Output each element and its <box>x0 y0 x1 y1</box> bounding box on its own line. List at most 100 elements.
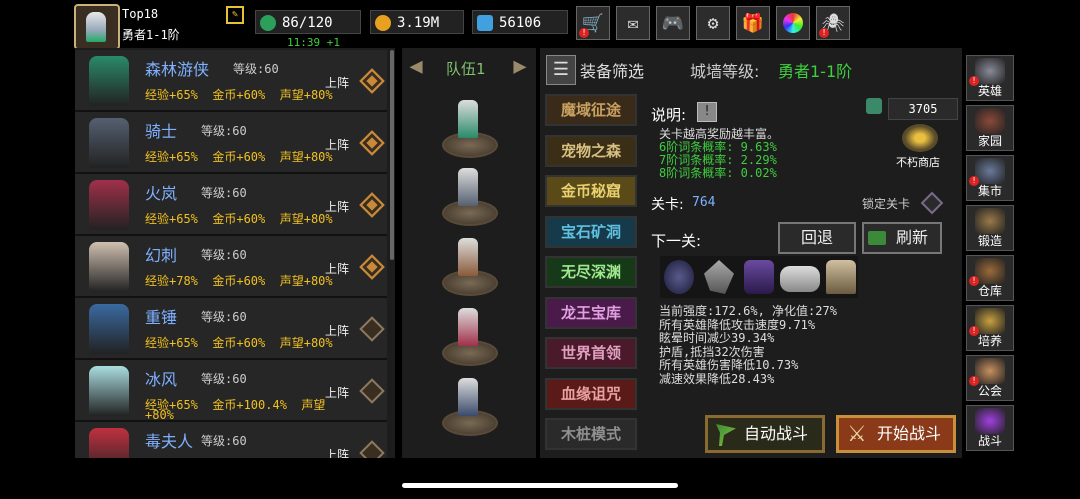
gear-icon: ⚙ <box>707 12 719 34</box>
prev-team-arrow[interactable]: ◀ <box>402 52 430 82</box>
hero-portrait <box>89 304 129 354</box>
side-menu-helmet[interactable]: ! 英雄 <box>966 55 1014 101</box>
deploy-toggle[interactable] <box>359 68 385 94</box>
zone-blood-curse[interactable]: 血缘诅咒 <box>545 377 637 410</box>
hero-row-knight[interactable]: 骑士 等级:60 经验+65% 金币+60% 声望+80% 上阵 <box>75 112 387 174</box>
stamina-value: 86/120 <box>282 15 333 31</box>
back-button[interactable]: 回退 <box>778 222 856 254</box>
flag-icon <box>716 424 736 446</box>
team-hero-sprite <box>458 238 478 276</box>
gold-bonus: 金币+60% <box>212 274 266 288</box>
cart-button[interactable]: 🛒! <box>576 6 610 40</box>
player-avatar[interactable] <box>74 4 120 50</box>
auto-battle-button[interactable]: 自动战斗 <box>705 415 825 453</box>
hero-level: 等级:60 <box>201 372 247 386</box>
hero-portrait <box>89 180 129 230</box>
guild-icon <box>975 358 1005 384</box>
hero-list-scrollbar[interactable] <box>390 50 394 260</box>
deploy-label[interactable]: 上阵 <box>325 384 349 401</box>
chest-icon <box>975 258 1005 284</box>
deploy-toggle[interactable] <box>359 254 385 280</box>
currency-value: 3705 <box>888 98 958 120</box>
gem-value: 56106 <box>499 15 542 31</box>
player-rank: Top18 <box>122 7 159 21</box>
side-menu-crest[interactable]: ! 培养 <box>966 305 1014 351</box>
hero-name: 幻刺 <box>145 246 178 265</box>
deploy-toggle[interactable] <box>359 440 385 458</box>
zone-dragon-vault[interactable]: 龙王宝库 <box>545 296 637 329</box>
team-slot-1[interactable] <box>440 98 498 158</box>
zone-gold-cave[interactable]: 金币秘窟 <box>545 175 637 207</box>
deploy-label[interactable]: 上阵 <box>325 260 349 277</box>
deploy-label[interactable]: 上阵 <box>325 446 349 458</box>
hero-name: 冰风 <box>145 370 178 389</box>
info-icon[interactable]: ! <box>697 102 717 122</box>
team-slot-5[interactable] <box>440 376 498 436</box>
shop-eye-icon[interactable] <box>902 124 938 152</box>
zone-gem-mine[interactable]: 宝石矿洞 <box>545 215 637 248</box>
hero-row-fire-lan[interactable]: 火岚 等级:60 经验+65% 金币+60% 声望+80% 上阵 <box>75 174 387 236</box>
hero-portrait <box>89 56 129 106</box>
deploy-label[interactable]: 上阵 <box>325 136 349 153</box>
next-team-arrow[interactable]: ▶ <box>506 52 534 82</box>
immortal-shop-label[interactable]: 不朽商店 <box>896 154 940 170</box>
zone-pet-forest[interactable]: 宠物之森 <box>545 134 637 167</box>
refresh-button[interactable]: 刷新 <box>862 222 942 254</box>
side-menu-label: 公会 <box>977 384 1002 398</box>
wall-level-value: 勇者1-1阶 <box>778 62 853 81</box>
side-menu-portal[interactable]: 战斗 <box>966 405 1014 451</box>
wheel-icon <box>783 13 803 33</box>
gamepad-button[interactable]: 🎮 <box>656 6 690 40</box>
menu-icon: ☰ <box>552 59 570 80</box>
gift-button[interactable]: 🎁 <box>736 6 770 40</box>
gold-bonus: 金币+60% <box>212 212 266 226</box>
zone-endless-abyss[interactable]: 无尽深渊 <box>545 256 637 288</box>
hero-name: 重锤 <box>145 308 178 327</box>
gold-display: 3.19M <box>370 10 464 34</box>
deploy-toggle[interactable] <box>359 192 385 218</box>
wheel-button[interactable] <box>776 6 810 40</box>
side-menu-castle[interactable]: 家园 <box>966 105 1014 151</box>
team-slot-2[interactable] <box>440 166 498 226</box>
zone-demon-realm[interactable]: 魔域征途 <box>545 94 637 126</box>
spider-button[interactable]: 🕷! <box>816 6 850 40</box>
hero-row-heavy-hammer[interactable]: 重锤 等级:60 经验+65% 金币+60% 声望+80% 上阵 <box>75 298 387 360</box>
deploy-toggle[interactable] <box>359 378 385 404</box>
team-slot-3[interactable] <box>440 236 498 296</box>
hero-row-poison-lady[interactable]: 毒夫人 等级:60 上阵 <box>75 422 387 458</box>
deploy-toggle[interactable] <box>359 130 385 156</box>
zone-world-boss[interactable]: 世界首领 <box>545 337 637 369</box>
effect-line: 所有英雄伤害降低10.73% <box>659 358 799 372</box>
hero-bonuses: 经验+65% 金币+60% 声望+80% <box>145 148 333 165</box>
side-menu-chest[interactable]: ! 仓库 <box>966 255 1014 301</box>
deploy-label[interactable]: 上阵 <box>325 322 349 339</box>
edit-icon[interactable]: ✎ <box>226 6 244 24</box>
zone-dummy-mode[interactable]: 木桩模式 <box>545 418 637 450</box>
castle-icon <box>975 108 1005 134</box>
mail-button[interactable]: ✉ <box>616 6 650 40</box>
deploy-label[interactable]: 上阵 <box>325 198 349 215</box>
filter-label[interactable]: 装备筛选 <box>580 58 644 82</box>
lightning-icon <box>260 15 276 31</box>
hero-list[interactable]: 森林游侠 等级:60 经验+65% 金币+60% 声望+80% 上阵 骑士 等级:60 经验… <box>75 48 395 458</box>
side-menu-shop[interactable]: ! 集市 <box>966 155 1014 201</box>
start-battle-button[interactable]: ⚔ 开始战斗 <box>836 415 956 453</box>
side-menu-label: 家园 <box>977 134 1002 148</box>
side-menu-label: 集市 <box>977 184 1002 198</box>
home-indicator[interactable] <box>402 483 678 488</box>
hero-row-phantom-assassin[interactable]: 幻刺 等级:60 经验+78% 金币+60% 声望+80% 上阵 <box>75 236 387 298</box>
lock-stage-label: 锁定关卡 <box>862 197 911 211</box>
hero-row-ice-wind[interactable]: 冰风 等级:60 经验+65% 金币+100.4% 声望 +80% 上阵 <box>75 360 387 422</box>
filter-button[interactable]: ☰ <box>546 55 576 85</box>
side-menu-guild[interactable]: ! 公会 <box>966 355 1014 401</box>
portal-icon <box>975 408 1005 434</box>
deploy-label[interactable]: 上阵 <box>325 74 349 91</box>
team-slot-4[interactable] <box>440 306 498 366</box>
enemy-wolf-icon <box>780 266 820 292</box>
gem-icon <box>477 15 493 31</box>
hero-row-forest-ranger[interactable]: 森林游侠 等级:60 经验+65% 金币+60% 声望+80% 上阵 <box>75 50 387 112</box>
deploy-toggle[interactable] <box>359 316 385 342</box>
hero-bonuses: 经验+65% 金币+60% 声望+80% <box>145 86 333 103</box>
settings-button[interactable]: ⚙ <box>696 6 730 40</box>
side-menu-anvil[interactable]: 锻造 <box>966 205 1014 251</box>
